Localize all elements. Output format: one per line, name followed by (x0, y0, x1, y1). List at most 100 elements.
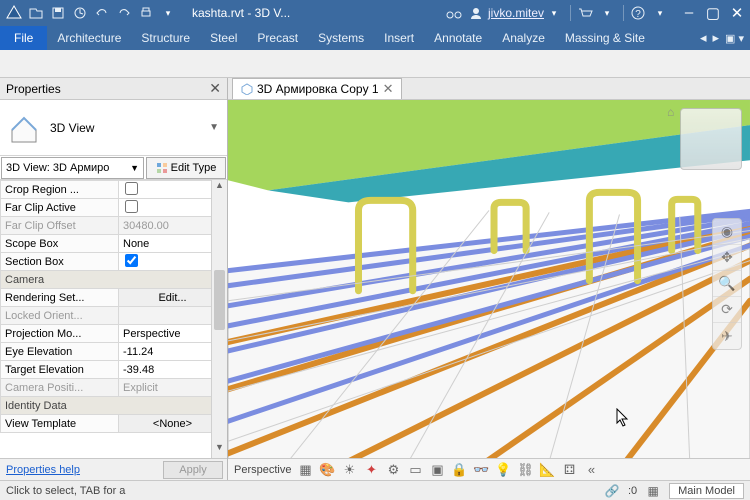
sync-icon[interactable] (70, 3, 90, 23)
main-model-label: Main Model (678, 485, 735, 497)
paperplane-icon[interactable]: ✈ (713, 323, 741, 349)
prop-label: Projection Mo... (1, 325, 119, 343)
properties-grid: Crop Region ... Far Clip Active Far Clip… (0, 180, 227, 458)
cart-icon[interactable] (575, 3, 595, 23)
zoom-icon[interactable]: 🔍 (713, 271, 741, 297)
lock-icon[interactable]: 🔒 (451, 462, 467, 478)
help-icon[interactable]: ? (628, 3, 648, 23)
view-tab-bar: 3D Армировка Copy 1 ✕ (228, 78, 750, 100)
section-box-checkbox[interactable] (125, 254, 138, 267)
tab-insert[interactable]: Insert (374, 26, 424, 50)
ribbon-scroll-right-icon[interactable]: ▸ (712, 30, 719, 46)
fullnav-icon[interactable]: ◉ (713, 219, 741, 245)
window-buttons: ‒ ▢ ✕ (680, 4, 746, 22)
properties-title: Properties (6, 82, 61, 96)
ribbon-collapse-icon[interactable]: ▣ ▾ (725, 32, 744, 45)
file-menu[interactable]: File (0, 26, 47, 50)
ribbon: File Architecture Structure Steel Precas… (0, 26, 750, 50)
prop-label: Eye Elevation (1, 343, 119, 361)
visual-style-icon[interactable]: 🎨 (319, 462, 335, 478)
type-dropdown-icon[interactable]: ▼ (209, 122, 219, 133)
temp-hide-icon[interactable]: 👓 (473, 462, 489, 478)
instance-filter-combo[interactable]: 3D View: 3D Армиро ▼ (1, 157, 144, 179)
tab-massing[interactable]: Massing & Site (555, 26, 655, 50)
type-selector[interactable]: 3D View ▼ (0, 100, 227, 156)
scroll-up-icon[interactable]: ▲ (212, 180, 227, 196)
tab-steel[interactable]: Steel (200, 26, 247, 50)
view-host: 3D Армировка Copy 1 ✕ (228, 78, 750, 480)
main-area: Properties ✕ 3D View ▼ 3D View: 3D Армир… (0, 78, 750, 480)
undo-icon[interactable] (92, 3, 112, 23)
chevron-down-icon: ▼ (130, 163, 139, 173)
properties-help-link[interactable]: Properties help (0, 464, 163, 476)
prop-label: Far Clip Offset (1, 217, 119, 235)
scale-label[interactable]: Perspective (234, 464, 291, 476)
tab-systems[interactable]: Systems (308, 26, 374, 50)
minimize-button[interactable]: ‒ (680, 4, 698, 22)
qat-dropdown-icon[interactable]: ▾ (158, 3, 178, 23)
cube-icon (241, 83, 253, 95)
properties-scrollbar[interactable]: ▲ ▼ (211, 180, 227, 458)
type-name: 3D View (50, 121, 199, 135)
tab-precast[interactable]: Precast (247, 26, 308, 50)
main-model-combo[interactable]: Main Model (669, 483, 744, 499)
rendering-icon[interactable]: ⚙ (385, 462, 401, 478)
prop-label: View Template (1, 415, 119, 433)
cart-dropdown-icon[interactable]: ▾ (597, 3, 617, 23)
view-tab-close-icon[interactable]: ✕ (383, 81, 394, 97)
house-icon (8, 112, 40, 144)
orbit-icon[interactable]: ⟳ (713, 297, 741, 323)
reveal-icon[interactable]: 💡 (495, 462, 511, 478)
redo-icon[interactable] (114, 3, 134, 23)
open-icon[interactable] (26, 3, 46, 23)
save-icon[interactable] (48, 3, 68, 23)
more-icon[interactable]: « (583, 462, 599, 478)
print-icon[interactable] (136, 3, 156, 23)
user-icon[interactable] (466, 3, 486, 23)
detail-level-icon[interactable]: ▦ (297, 462, 313, 478)
tab-annotate[interactable]: Annotate (424, 26, 492, 50)
scroll-down-icon[interactable]: ▼ (212, 442, 227, 458)
status-bar: Click to select, TAB for a 🔗 :0 ▦ Main M… (0, 480, 750, 500)
crop-region-checkbox[interactable] (125, 182, 138, 195)
instance-filter-text: 3D View: 3D Армиро (6, 162, 109, 174)
constraints-icon[interactable]: ⛓ (517, 462, 533, 478)
prop-label: Far Clip Active (1, 199, 119, 217)
properties-close-icon[interactable]: ✕ (209, 80, 221, 97)
ribbon-scroll-left-icon[interactable]: ◂ (700, 30, 707, 46)
help-dropdown-icon[interactable]: ▾ (650, 3, 670, 23)
close-button[interactable]: ✕ (728, 4, 746, 22)
shadows-icon[interactable]: ✦ (363, 462, 379, 478)
viewport[interactable]: ⌂ ◉ ✥ 🔍 ⟳ ✈ (228, 100, 750, 458)
home-icon[interactable]: ⌂ (667, 105, 674, 119)
svg-text:?: ? (635, 9, 641, 20)
viewcube[interactable]: ⌂ (680, 108, 742, 170)
crop-icon[interactable]: ▭ (407, 462, 423, 478)
category-camera: Camera (1, 271, 227, 289)
sun-path-icon[interactable]: ☀ (341, 462, 357, 478)
maximize-button[interactable]: ▢ (704, 4, 722, 22)
pan-icon[interactable]: ✥ (713, 245, 741, 271)
tab-analyze[interactable]: Analyze (492, 26, 555, 50)
ribbon-panel-strip (0, 50, 750, 78)
view-control-bar: Perspective ▦ 🎨 ☀ ✦ ⚙ ▭ ▣ 🔒 👓 💡 ⛓ 📐 ⚃ « (228, 458, 750, 480)
apply-button[interactable]: Apply (163, 461, 223, 479)
analytical-icon[interactable]: 📐 (539, 462, 555, 478)
select-link-icon[interactable]: 🔗 (604, 484, 620, 498)
scroll-thumb[interactable] (214, 270, 225, 330)
crop-visible-icon[interactable]: ▣ (429, 462, 445, 478)
far-clip-checkbox[interactable] (125, 200, 138, 213)
app-logo-icon[interactable] (4, 3, 24, 23)
worksets-icon[interactable]: ▦ (645, 484, 661, 498)
prop-label: Section Box (1, 253, 119, 271)
binoculars-icon[interactable] (444, 3, 464, 23)
user-name[interactable]: jivko.mitev (488, 6, 544, 20)
edit-type-button[interactable]: Edit Type (146, 157, 226, 179)
reveal-filter-icon[interactable]: ⚃ (561, 462, 577, 478)
status-zero: :0 (628, 485, 637, 497)
properties-header: Properties ✕ (0, 78, 227, 100)
view-tab[interactable]: 3D Армировка Copy 1 ✕ (232, 78, 402, 99)
tab-structure[interactable]: Structure (131, 26, 200, 50)
tab-architecture[interactable]: Architecture (47, 26, 131, 50)
user-dropdown-icon[interactable]: ▾ (544, 3, 564, 23)
